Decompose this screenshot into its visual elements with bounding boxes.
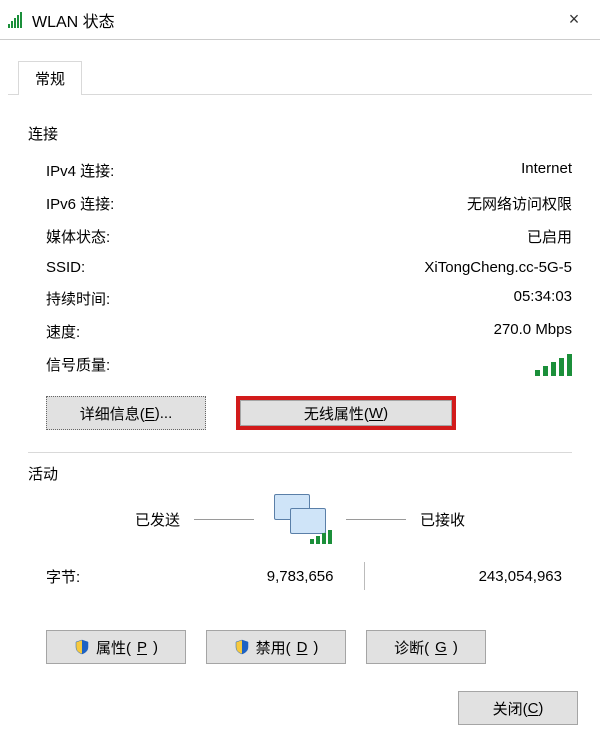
props-suffix: )	[153, 639, 158, 656]
tabstrip: 常规	[8, 60, 592, 95]
activity-section-title: 活动	[28, 463, 572, 484]
speed-label: 速度:	[46, 321, 80, 342]
window-title: WLAN 状态	[32, 8, 552, 32]
ipv6-label: IPv6 连接:	[46, 193, 114, 214]
speed-value: 270.0 Mbps	[494, 321, 572, 342]
diag-prefix: 诊断(	[394, 637, 429, 658]
signal-bars-icon	[532, 354, 572, 376]
ipv6-value: 无网络访问权限	[467, 193, 572, 214]
media-label: 媒体状态:	[46, 226, 110, 247]
shield-icon	[74, 639, 90, 655]
close-icon[interactable]: ×	[552, 1, 596, 39]
signal-icon	[8, 12, 24, 28]
diag-hotkey: G	[435, 639, 447, 656]
row-speed: 速度: 270.0 Mbps	[28, 315, 572, 348]
row-ipv4: IPv4 连接: Internet	[28, 154, 572, 187]
connection-section-title: 连接	[28, 123, 572, 144]
bytes-label: 字节:	[46, 566, 136, 587]
footer: 关闭(C)	[458, 691, 578, 725]
recv-label: 已接收	[420, 509, 465, 530]
wireless-hotkey: W	[369, 405, 383, 422]
close-suffix: )	[538, 700, 543, 717]
tab-general[interactable]: 常规	[18, 61, 82, 95]
wireless-properties-button[interactable]: 无线属性(W)	[236, 396, 456, 430]
close-hotkey: C	[528, 700, 539, 717]
signal-label: 信号质量:	[46, 354, 110, 376]
ipv4-value: Internet	[521, 160, 572, 181]
bytes-recv: 243,054,963	[365, 568, 573, 585]
activity-graphic: 已发送 已接收	[28, 494, 572, 544]
details-suffix: )...	[155, 405, 173, 422]
bytes-sent: 9,783,656	[136, 568, 364, 585]
separator	[28, 452, 572, 453]
row-ssid: SSID: XiTongCheng.cc-5G-5	[28, 253, 572, 282]
titlebar: WLAN 状态 ×	[0, 0, 600, 40]
row-duration: 持续时间: 05:34:03	[28, 282, 572, 315]
properties-button[interactable]: 属性( P)	[46, 630, 186, 664]
dash-left	[194, 519, 254, 520]
diagnose-button[interactable]: 诊断( G)	[366, 630, 486, 664]
dash-right	[346, 519, 406, 520]
props-hotkey: P	[137, 639, 147, 656]
details-hotkey: E	[145, 405, 155, 422]
disable-prefix: 禁用(	[256, 637, 291, 658]
wireless-suffix: )	[383, 405, 388, 422]
diag-suffix: )	[453, 639, 458, 656]
network-computers-icon	[268, 494, 332, 544]
ssid-value: XiTongCheng.cc-5G-5	[424, 259, 572, 276]
props-prefix: 属性(	[96, 637, 131, 658]
duration-label: 持续时间:	[46, 288, 110, 309]
disable-hotkey: D	[297, 639, 308, 656]
ssid-label: SSID:	[46, 259, 85, 276]
ipv4-label: IPv4 连接:	[46, 160, 114, 181]
close-button[interactable]: 关闭(C)	[458, 691, 578, 725]
media-value: 已启用	[527, 226, 572, 247]
details-prefix: 详细信息(	[80, 403, 145, 424]
disable-suffix: )	[313, 639, 318, 656]
wireless-prefix: 无线属性(	[304, 403, 369, 424]
disable-button[interactable]: 禁用( D)	[206, 630, 346, 664]
sent-label: 已发送	[135, 509, 180, 530]
shield-icon	[234, 639, 250, 655]
row-media: 媒体状态: 已启用	[28, 220, 572, 253]
row-ipv6: IPv6 连接: 无网络访问权限	[28, 187, 572, 220]
bytes-row: 字节: 9,783,656 243,054,963	[46, 562, 572, 590]
duration-value: 05:34:03	[514, 288, 572, 309]
row-signal: 信号质量:	[28, 348, 572, 382]
close-prefix: 关闭(	[493, 698, 528, 719]
details-button[interactable]: 详细信息(E)...	[46, 396, 206, 430]
